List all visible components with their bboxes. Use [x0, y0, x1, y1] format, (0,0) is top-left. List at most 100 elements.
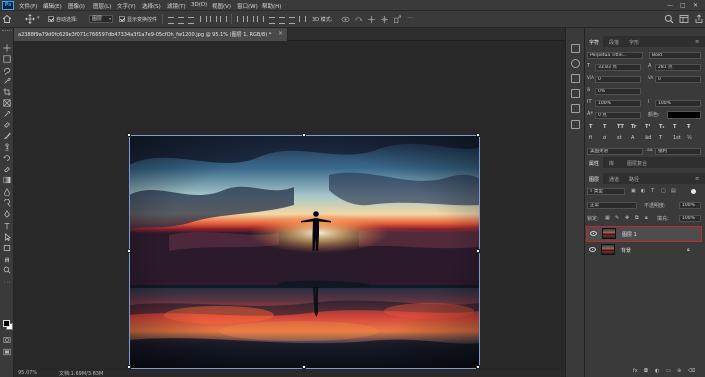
opentype-button[interactable]: ½	[687, 135, 692, 141]
layer-row-layer1[interactable]: 图层 1	[586, 226, 702, 242]
panel-menu-icon[interactable]: ≡	[695, 176, 699, 182]
menu-item[interactable]: 窗口(W)	[237, 2, 258, 10]
quick-mask-icon[interactable]	[3, 336, 11, 344]
marquee-tool-icon[interactable]	[3, 55, 11, 63]
opentype-button[interactable]: st	[617, 135, 622, 141]
transform-handle-bottom-left[interactable]	[127, 365, 131, 369]
distribute-right-icon[interactable]	[288, 15, 295, 24]
eyedropper-tool-icon[interactable]	[3, 110, 11, 118]
layers-footer-button[interactable]: fx	[633, 368, 638, 374]
type-style-button[interactable]: TT	[617, 124, 624, 130]
tab-layer-comps[interactable]: 图层复合	[627, 160, 647, 167]
distribute-left-icon[interactable]	[268, 15, 275, 24]
transform-handle-right[interactable]	[476, 249, 480, 253]
visibility-eye-icon[interactable]	[589, 247, 596, 252]
workspace-icon[interactable]	[679, 14, 689, 24]
align-middle-icon[interactable]	[177, 15, 184, 24]
zoom-level[interactable]: 95.07%	[18, 370, 37, 376]
maximize-icon[interactable]: □	[680, 2, 686, 9]
layers-footer-button[interactable]: ▭	[666, 368, 671, 374]
character-panel-icon[interactable]	[571, 74, 580, 83]
type-style-button[interactable]: T¹	[645, 124, 651, 130]
layer-row-background[interactable]: 背景 🔒︎	[585, 242, 703, 258]
home-icon[interactable]	[2, 14, 12, 24]
panel-grip[interactable]	[2, 30, 12, 32]
frame-tool-icon[interactable]	[3, 99, 11, 107]
type-style-button[interactable]: T	[603, 124, 606, 130]
layers-footer-button[interactable]: ⊕	[677, 368, 681, 374]
tab-channels[interactable]: 通道	[609, 176, 619, 183]
vscale-field[interactable]: 0%	[595, 88, 641, 95]
align-center-icon[interactable]	[209, 15, 217, 23]
layer-thumbnail[interactable]	[601, 244, 615, 255]
healing-brush-tool-icon[interactable]	[3, 121, 11, 129]
transform-handle-top-left[interactable]	[127, 133, 131, 137]
layer-thumbnail[interactable]	[602, 228, 616, 239]
show-transform-checkbox[interactable]	[119, 16, 125, 22]
3d-orbit-icon[interactable]	[341, 15, 350, 24]
transform-handle-bottom-right[interactable]	[476, 365, 480, 369]
filter-toggle-icon[interactable]	[691, 189, 696, 194]
opentype-button[interactable]: ơ	[603, 135, 606, 141]
align-left-icon[interactable]	[199, 15, 207, 23]
tracking-field[interactable]: 0	[655, 76, 701, 83]
tab-glyphs[interactable]: 字形	[629, 39, 639, 46]
document-size[interactable]: 文档:1.69M/3.63M	[59, 370, 103, 377]
paragraph-panel-icon[interactable]	[571, 89, 580, 98]
rectangle-tool-icon[interactable]	[3, 244, 11, 252]
history-icon[interactable]	[571, 44, 580, 53]
fill-field[interactable]: 100%	[679, 215, 701, 222]
transform-handle-top[interactable]	[302, 133, 306, 137]
transform-handle-bottom[interactable]	[302, 365, 306, 369]
scale-horizontal-field[interactable]: 100%	[655, 100, 701, 107]
brush-settings-icon[interactable]	[571, 104, 580, 113]
type-style-button[interactable]: Ŧ	[687, 124, 690, 130]
align-right-icon[interactable]	[219, 15, 227, 23]
layers-footer-button[interactable]: ⌫	[688, 368, 695, 374]
more-tools-icon[interactable]	[3, 278, 11, 286]
menu-item[interactable]: 滤镜(T)	[167, 2, 186, 10]
menu-item[interactable]: 视图(V)	[212, 2, 231, 10]
clone-stamp-tool-icon[interactable]	[3, 143, 11, 151]
quick-select-tool-icon[interactable]	[3, 77, 11, 85]
lock-position-icon[interactable]: ✥	[625, 215, 629, 221]
more-icon[interactable]: ···	[407, 15, 413, 22]
3d-scale-icon[interactable]	[393, 15, 402, 24]
zoom-tool-icon[interactable]	[3, 266, 11, 274]
auto-select-checkbox[interactable]	[48, 16, 54, 22]
tab-layers[interactable]: 图层	[589, 176, 599, 183]
layer-name[interactable]: 图层 1	[622, 231, 637, 238]
foreground-color-swatch[interactable]	[3, 320, 10, 327]
opacity-field[interactable]: 100%	[679, 202, 701, 209]
distribute-top-icon[interactable]	[236, 15, 244, 23]
visibility-eye-icon[interactable]	[590, 231, 597, 236]
opentype-button[interactable]: A	[631, 135, 634, 141]
tab-libraries[interactable]: 库	[609, 160, 614, 167]
transform-handle-left[interactable]	[127, 249, 131, 253]
baseline-field[interactable]: 0 点	[595, 112, 641, 119]
tool-preset-arrow-icon[interactable]: ▾	[37, 15, 40, 21]
move-tool-icon[interactable]	[25, 14, 35, 24]
gradient-tool-icon[interactable]	[3, 176, 11, 184]
type-style-button[interactable]: T₁	[659, 124, 665, 130]
font-family-select[interactable]: Perpetua Titlin...	[587, 52, 643, 59]
tab-properties[interactable]: 属性	[589, 160, 599, 167]
close-tab-icon[interactable]: ×	[278, 30, 283, 37]
menu-item[interactable]: 帮助(H)	[262, 2, 281, 10]
close-window-icon[interactable]: ✕	[693, 2, 698, 9]
distribute-bottom-icon[interactable]	[256, 15, 264, 23]
layer-name[interactable]: 背景	[621, 247, 631, 254]
type-style-button[interactable]: T	[673, 124, 676, 130]
pen-tool-icon[interactable]	[3, 210, 11, 218]
distribute-hcenter-icon[interactable]	[278, 15, 285, 24]
menu-item[interactable]: 图层(L)	[93, 2, 111, 10]
menu-item[interactable]: 图像(I)	[68, 2, 85, 10]
transform-handle-top-right[interactable]	[476, 133, 480, 137]
filter-adjustment-icon[interactable]: ◐	[641, 188, 645, 194]
language-select[interactable]: 美国英语	[587, 148, 643, 155]
lock-all-icon[interactable]: 🔒︎	[645, 215, 648, 221]
path-select-tool-icon[interactable]	[3, 233, 11, 241]
eraser-tool-icon[interactable]	[3, 165, 11, 173]
tab-paths[interactable]: 路径	[629, 176, 639, 183]
crop-tool-icon[interactable]	[3, 88, 11, 96]
